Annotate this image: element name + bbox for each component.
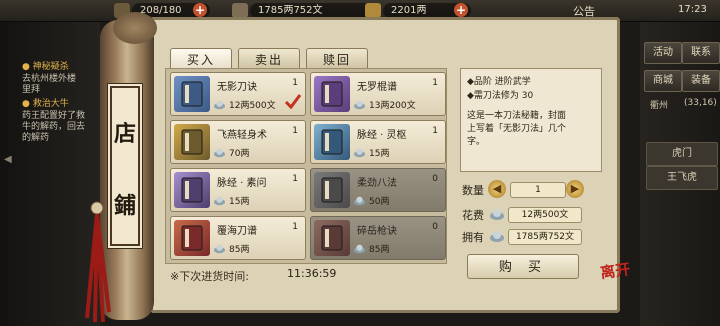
item-quantity: 1	[432, 126, 438, 136]
shop-item-card[interactable]: 脉经 · 灵枢 1 15两	[310, 120, 446, 164]
add-stamina-button[interactable]: +	[193, 3, 207, 17]
silver-icon	[490, 231, 504, 242]
item-name: 飞燕轻身术	[217, 130, 267, 141]
list-item[interactable]: 虎门	[646, 142, 718, 166]
detail-description: 这是一本刀法秘籍，封面	[467, 111, 567, 121]
shop-item-card[interactable]: 柔劲八法 0 50两	[310, 168, 446, 212]
scroll-blue-icon	[314, 124, 350, 160]
shop-item-card[interactable]: 覆海刀谱 1 85两	[170, 216, 306, 260]
book-gray-icon	[314, 172, 350, 208]
close-seal-button[interactable]: 离开	[597, 260, 637, 306]
increase-quantity-icon[interactable]: ▶	[566, 180, 584, 198]
silver-icon	[354, 100, 365, 110]
gold-icon	[365, 3, 381, 18]
detail-description: 上写着「无影刀法」几个	[467, 124, 567, 134]
item-quantity: 1	[432, 78, 438, 88]
silver-icon	[232, 3, 248, 18]
restock-label: ※下次进货时间:	[170, 270, 249, 283]
book-red-icon	[174, 220, 210, 256]
selected-check-icon	[284, 94, 302, 109]
item-price: 85两	[369, 245, 390, 255]
quest-title[interactable]: ● 救治大牛	[22, 99, 69, 110]
location-coords: (33,16)	[684, 98, 717, 108]
item-name: 无影刀诀	[217, 82, 257, 93]
item-quantity: 1	[292, 222, 298, 232]
item-quantity: 1	[292, 174, 298, 184]
item-quantity: 0	[432, 222, 438, 232]
item-price: 85两	[229, 245, 250, 255]
quest-desc: 的解药	[22, 133, 50, 143]
book-red-gray-icon	[314, 220, 350, 256]
quantity-label: 数量	[462, 184, 484, 197]
item-quantity: 0	[432, 174, 438, 184]
item-quantity: 1	[292, 78, 298, 88]
item-name: 脉经 · 灵枢	[357, 130, 407, 141]
item-price: 13两200文	[369, 101, 416, 111]
detail-description: 字。	[467, 137, 486, 147]
scroll-knob	[113, 12, 157, 44]
shop-item-card[interactable]: 无罗棍谱 1 13两200文	[310, 72, 446, 116]
item-price: 12两500文	[229, 101, 276, 111]
detail-rank: ◆品阶 进阶武学	[467, 77, 531, 87]
silver-icon	[214, 196, 225, 206]
item-name: 碎岳枪诀	[357, 226, 397, 237]
shop-item-card[interactable]: 脉经 · 素问 1 15两	[170, 168, 306, 212]
item-name: 无罗棍谱	[357, 82, 397, 93]
cost-label: 花费	[462, 209, 484, 222]
clock: 17:23	[678, 4, 707, 15]
owned-label: 拥有	[462, 231, 484, 244]
collapse-arrow-icon[interactable]: ◀	[4, 154, 12, 170]
item-quantity: 1	[292, 126, 298, 136]
shop-item-card[interactable]: 飞燕轻身术 1 70两	[170, 120, 306, 164]
silver-icon	[354, 244, 365, 254]
contact-button[interactable]: 联系	[682, 42, 720, 64]
scroll-gold-icon	[174, 124, 210, 160]
book-purple-icon	[314, 76, 350, 112]
silver-icon	[354, 148, 365, 158]
add-gold-button[interactable]: +	[454, 3, 468, 17]
silver-icon	[490, 209, 504, 220]
buy-button[interactable]: 购 买	[467, 254, 579, 279]
mall-button[interactable]: 商城	[644, 70, 682, 92]
sign-char: 鋪	[113, 193, 136, 219]
quest-desc: 里拜	[22, 85, 41, 95]
item-price: 15两	[369, 149, 390, 159]
equipment-button[interactable]: 装备	[682, 70, 720, 92]
silver-icon	[354, 196, 365, 206]
list-item[interactable]: 王飞虎	[646, 166, 718, 190]
tassel-icon	[85, 201, 111, 322]
owned-value: 1785两752文	[508, 229, 582, 245]
item-detail-panel: ◆品阶 进阶武学 ◆需刀法修为 30 这是一本刀法秘籍，封面 上写着「无影刀法」…	[460, 68, 602, 172]
silver-icon	[214, 244, 225, 254]
item-name: 覆海刀谱	[217, 226, 257, 237]
item-name: 柔劲八法	[357, 178, 397, 189]
quantity-field[interactable]: 1	[510, 182, 566, 198]
quest-desc: 药王配置好了救	[22, 111, 86, 121]
right-panel: 活动 联系 商城 装备 衢州 (33,16) 虎门 王飞虎	[640, 22, 720, 326]
detail-requirement: ◆需刀法修为 30	[467, 91, 534, 101]
cost-value: 12两500文	[508, 207, 582, 223]
quest-title[interactable]: ● 神秘疑杀	[22, 62, 69, 73]
decrease-quantity-icon[interactable]: ◀	[488, 180, 506, 198]
sign-char: 店	[113, 121, 136, 147]
restock-timer: 11:36:59	[287, 267, 337, 280]
silver-icon	[214, 148, 225, 158]
quest-desc: 去杭州楼外楼	[22, 74, 77, 84]
scroll-purple-icon	[174, 172, 210, 208]
shop-sign: 店 鋪	[110, 86, 140, 246]
item-price: 70两	[229, 149, 250, 159]
item-price: 50两	[369, 197, 390, 207]
quest-desc: 牛的解药，回去	[22, 122, 86, 132]
book-blue-icon	[174, 76, 210, 112]
item-price: 15两	[229, 197, 250, 207]
location-name: 衢州	[650, 101, 669, 111]
item-name: 脉经 · 素问	[217, 178, 267, 189]
activity-button[interactable]: 活动	[644, 42, 682, 64]
shop-item-card[interactable]: 碎岳枪诀 0 85两	[310, 216, 446, 260]
shop-item-card[interactable]: 无影刀诀 1 12两500文	[170, 72, 306, 116]
silver-icon	[214, 100, 225, 110]
resource-silver: 1785两752文	[250, 3, 376, 18]
